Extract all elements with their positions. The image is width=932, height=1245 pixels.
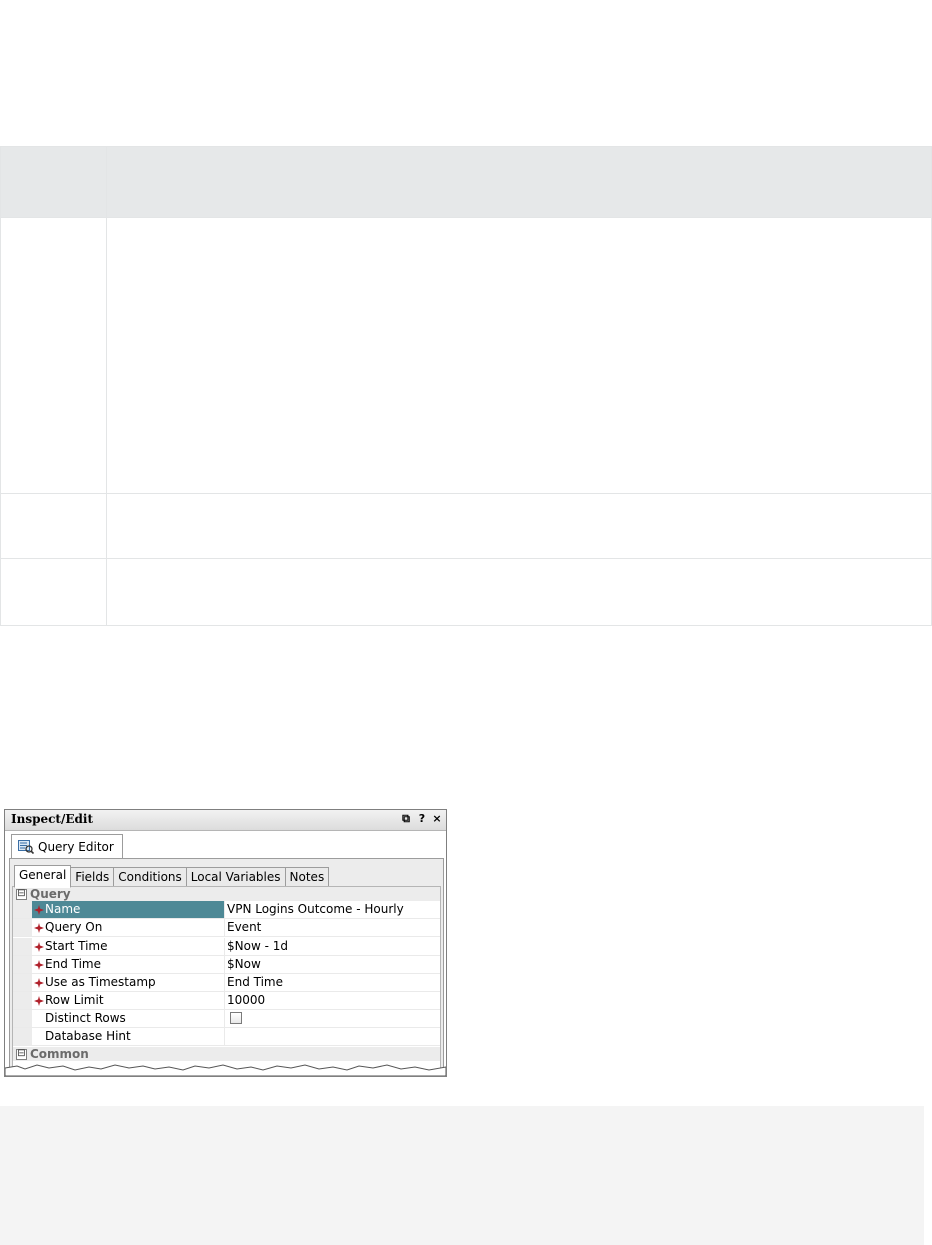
- category-common[interactable]: ⊟ Common: [13, 1047, 440, 1061]
- property-row-use-as-timestamp[interactable]: Use as Timestamp End Time: [13, 974, 440, 992]
- restore-window-icon[interactable]: ⧉: [399, 812, 413, 826]
- tab-query-editor[interactable]: Query Editor: [11, 834, 123, 859]
- property-name: Query On: [45, 920, 103, 934]
- tab-query-editor-label: Query Editor: [38, 840, 114, 854]
- tab-fields[interactable]: Fields: [71, 867, 115, 887]
- table-row: [1, 493, 931, 559]
- property-name: End Time: [45, 957, 101, 971]
- property-grid: ⊟ Query Name VPN Logins Outcome - Hourly…: [12, 886, 441, 1076]
- category-query[interactable]: ⊟ Query: [13, 887, 440, 901]
- required-icon: [34, 959, 44, 970]
- property-value[interactable]: $Now: [227, 957, 261, 971]
- torn-edge: [5, 1064, 446, 1076]
- collapse-icon[interactable]: ⊟: [16, 889, 27, 900]
- tab-general[interactable]: General: [14, 865, 72, 888]
- property-row-distinct-rows[interactable]: Distinct Rows: [13, 1010, 440, 1028]
- property-value[interactable]: $Now - 1d: [227, 939, 288, 953]
- property-row-database-hint[interactable]: Database Hint: [13, 1028, 440, 1046]
- panel-title: Inspect/Edit: [11, 812, 93, 826]
- property-value[interactable]: End Time: [227, 975, 283, 989]
- property-name: Row Limit: [45, 993, 104, 1007]
- property-row-end-time[interactable]: End Time $Now: [13, 956, 440, 974]
- table-row: [1, 217, 931, 494]
- required-icon: [34, 995, 44, 1006]
- property-name: Name: [45, 902, 81, 916]
- category-label: Common: [30, 1047, 89, 1061]
- inspect-edit-panel: Inspect/Edit ⧉ ? × Query Editor General …: [4, 809, 447, 1077]
- close-icon[interactable]: ×: [430, 812, 444, 826]
- help-icon[interactable]: ?: [415, 812, 429, 826]
- property-name: Use as Timestamp: [45, 975, 156, 989]
- query-editor-frame: General Fields Conditions Local Variable…: [9, 858, 444, 1076]
- collapse-icon[interactable]: ⊟: [16, 1049, 27, 1060]
- distinct-rows-checkbox[interactable]: [230, 1012, 242, 1024]
- property-value[interactable]: Event: [227, 920, 261, 934]
- panel-titlebar: Inspect/Edit ⧉ ? ×: [5, 810, 446, 831]
- tab-conditions[interactable]: Conditions: [114, 867, 187, 887]
- property-row-query-on[interactable]: Query On Event: [13, 919, 440, 937]
- required-icon: [34, 904, 44, 915]
- query-editor-icon: [18, 840, 35, 855]
- property-value[interactable]: VPN Logins Outcome - Hourly: [227, 902, 404, 916]
- required-icon: [34, 941, 44, 952]
- property-value[interactable]: 10000: [227, 993, 265, 1007]
- property-name: Distinct Rows: [45, 1011, 126, 1025]
- documentation-table: [0, 146, 932, 626]
- required-icon: [34, 922, 44, 933]
- property-row-start-time[interactable]: Start Time $Now - 1d: [13, 938, 440, 956]
- table-header-row: [1, 147, 931, 217]
- tab-notes[interactable]: Notes: [285, 867, 330, 887]
- property-name: Start Time: [45, 939, 108, 953]
- tab-local-variables[interactable]: Local Variables: [186, 867, 286, 887]
- code-block: [0, 1106, 924, 1245]
- property-name: Database Hint: [45, 1029, 131, 1043]
- category-label: Query: [30, 887, 71, 901]
- table-row: [1, 558, 931, 626]
- property-row-row-limit[interactable]: Row Limit 10000: [13, 992, 440, 1010]
- property-row-name[interactable]: Name VPN Logins Outcome - Hourly: [13, 901, 440, 919]
- tab-strip: General Fields Conditions Local Variable…: [14, 865, 330, 888]
- required-icon: [34, 977, 44, 988]
